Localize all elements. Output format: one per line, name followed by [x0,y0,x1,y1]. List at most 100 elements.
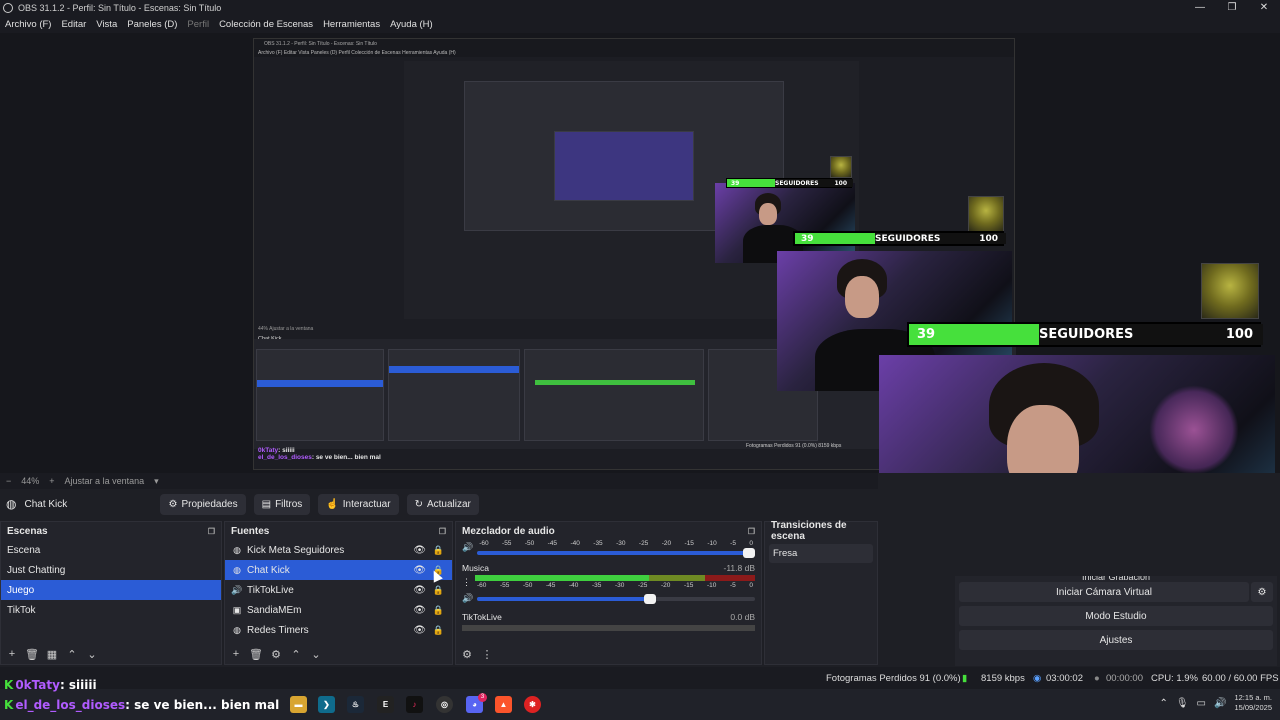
gear-icon[interactable]: ⚙ [460,648,474,661]
add-icon[interactable]: + [5,648,19,660]
volume-slider[interactable] [477,593,755,604]
scene-item[interactable]: Just Chatting [1,560,221,580]
zoom-level: 44% [21,476,40,486]
volume-knob[interactable] [643,593,656,604]
source-item[interactable]: 🔊 TikTokLive 👁 🔒 [225,580,452,600]
source-item[interactable]: ◍ Kick Meta Seguidores 👁 🔒 [225,540,452,560]
trash-icon[interactable]: 🗑 [249,648,263,661]
filters-button[interactable]: ▤ Filtros [253,493,311,515]
image-icon: ▣ [232,604,242,615]
dock-float-icon[interactable]: ❐ [748,527,755,536]
menu-archivo[interactable]: Archivo (F) [0,19,56,30]
scene-item[interactable]: Escena [1,540,221,560]
volume-knob[interactable] [743,548,755,558]
menu-vista[interactable]: Vista [91,19,122,30]
filter-icon: ▤ [261,498,272,510]
interact-button[interactable]: ☝ Interactuar [318,493,399,515]
move-up-icon[interactable]: ⌃ [289,648,303,661]
stream-icon: ◉ [1033,673,1042,684]
menu-dots-icon[interactable]: ⋮ [480,648,494,661]
eye-icon[interactable]: 👁 [413,625,426,636]
lock-icon[interactable]: 🔒 [433,585,444,596]
transition-select[interactable]: Fresa [769,544,873,563]
fps: 60.00 / 60.00 FPS [1202,673,1279,684]
chevron-up-icon[interactable]: ⌃ [1159,698,1167,709]
move-up-icon[interactable]: ⌃ [65,648,79,661]
filter-icon[interactable]: ▦ [45,648,59,661]
epic-icon[interactable]: E [377,696,394,713]
nested-menu: Archivo (F) Editar Vista Paneles (D) Per… [254,49,1014,57]
eye-icon[interactable]: 👁 [413,585,426,596]
gear-icon[interactable]: ⚙ [269,648,283,661]
record-icon: ● [1094,673,1100,684]
source-label: TikTokLive [247,584,294,596]
speaker-icon[interactable]: 🔊 [462,593,473,604]
cpu-usage: CPU: 1.9% [1151,673,1198,684]
eye-icon[interactable]: 👁 [413,545,426,556]
controls-dock: Iniciar Grabación Iniciar Cámara Virtual… [955,576,1277,666]
minimize-icon[interactable]: — [1184,0,1216,15]
maximize-icon[interactable]: ❐ [1216,0,1248,15]
eye-icon[interactable]: 👁 [413,565,426,576]
source-item-selected[interactable]: ◍ Chat Kick 👁 🔒 [225,560,452,580]
steam-icon[interactable]: ♨ [347,696,364,713]
move-down-icon[interactable]: ⌄ [309,648,323,661]
webcam-main: 0k8an [879,355,1275,473]
menu-paneles[interactable]: Paneles (D) [122,19,182,30]
virtual-camera-button[interactable]: Iniciar Cámara Virtual [959,582,1249,602]
app-icon[interactable]: ✱ [524,696,541,713]
tiktok-icon[interactable]: ♪ [406,696,423,713]
source-item[interactable]: ◍ Redes Timers 👁 🔒 [225,620,452,640]
obs-icon[interactable]: ◎ [436,696,453,713]
menu-dots-icon[interactable]: ⋮ [462,577,471,588]
lock-icon[interactable]: 🔒 [433,605,444,616]
scene-preview[interactable]: OBS 31.1.2 - Perfil: Sin Título - Escena… [0,33,1280,473]
follow-goal-small: 39 SEGUIDORES 100 [726,178,853,188]
mic-icon[interactable]: 🎙 [1176,698,1189,709]
eye-icon[interactable]: 👁 [413,605,426,616]
chevron-down-icon[interactable]: ▾ [154,476,159,487]
lock-icon[interactable]: 🔒 [433,625,444,636]
source-item[interactable]: ▣ SandiaMEm 👁 🔒 [225,600,452,620]
dock-float-icon[interactable]: ❐ [439,527,446,536]
zoom-plus-icon[interactable]: + [49,476,54,486]
follow-count-large: 39 [917,327,936,342]
properties-button[interactable]: ⚙ Propiedades [160,493,246,515]
move-down-icon[interactable]: ⌄ [85,648,99,661]
clock[interactable]: 12:15 a. m. 15/09/2025 [1234,693,1272,713]
speaker-icon[interactable]: 🔊 [462,542,473,553]
volume-icon[interactable]: 🔊 [1214,698,1226,709]
menu-ayuda[interactable]: Ayuda (H) [385,19,438,30]
window-controls: — ❐ ✕ [1184,0,1280,15]
scene-item[interactable]: TikTok [1,600,221,620]
scene-item-selected[interactable]: Juego [1,580,221,600]
brave-icon[interactable]: ▲ [495,696,512,713]
obs-logo-icon [3,2,13,13]
close-icon[interactable]: ✕ [1248,0,1280,15]
browser-icon: ◍ [233,564,241,575]
settings-button[interactable]: Ajustes [959,630,1273,650]
studio-mode-button[interactable]: Modo Estudio [959,606,1273,626]
selected-source-name: Chat Kick [24,498,68,510]
add-icon[interactable]: + [229,648,243,660]
menu-bar: Archivo (F) Editar Vista Paneles (D) Per… [0,15,1280,33]
lock-icon[interactable]: 🔒 [433,545,444,556]
refresh-button[interactable]: ↻ Actualizar [406,493,479,515]
zoom-minus-icon[interactable]: − [6,476,11,486]
audio-meter [475,575,755,581]
virtual-camera-settings[interactable]: ⚙ [1251,582,1273,602]
menu-editar[interactable]: Editar [56,19,91,30]
fit-window-dropdown[interactable]: Ajustar a la ventana [65,476,145,486]
trash-icon[interactable]: 🗑 [25,648,39,661]
volume-slider[interactable] [477,548,755,558]
browser-icon: ◍ [233,544,241,555]
kick-icon: K [4,678,14,692]
menu-herramientas[interactable]: Herramientas [318,19,385,30]
nested-chat-msg-2: : se ve bien... bien mal [311,454,381,461]
refresh-label: Actualizar [426,498,471,510]
audio-icon: 🔊 [231,584,243,595]
dock-float-icon[interactable]: ❐ [208,527,215,536]
menu-coleccion-escenas[interactable]: Colección de Escenas [214,19,318,30]
network-icon[interactable]: ▭ [1197,698,1206,709]
scenes-dock: Escenas ❐ Escena Just Chatting Juego TikT… [0,521,222,665]
